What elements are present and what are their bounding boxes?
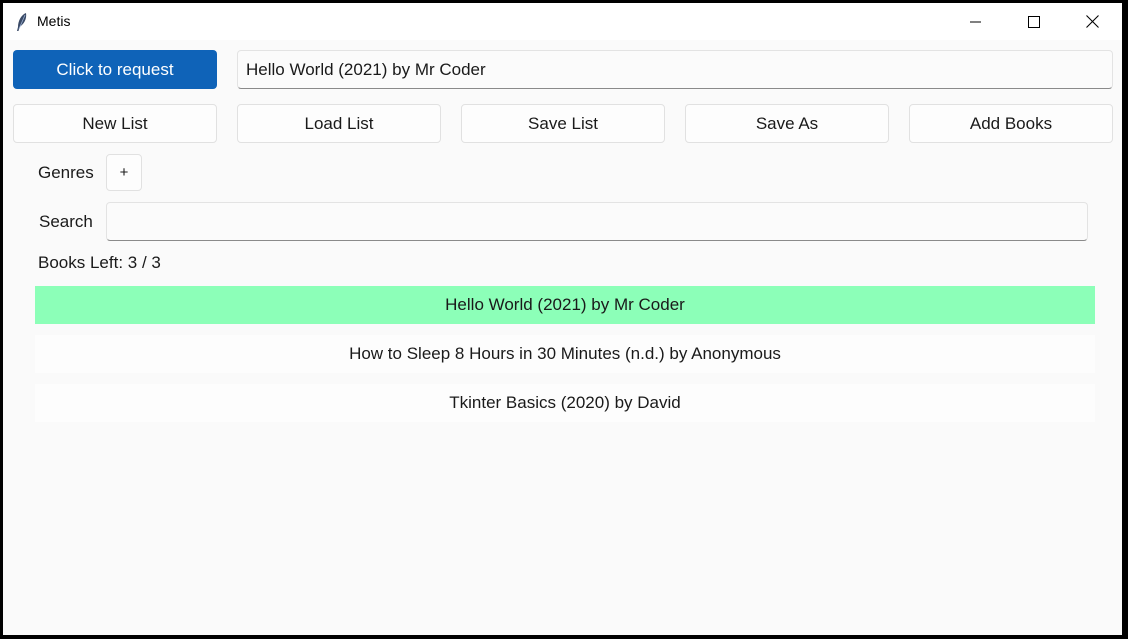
window-title: Metis [37, 13, 71, 29]
minimize-button[interactable] [947, 3, 1005, 40]
close-button[interactable] [1063, 3, 1121, 40]
minimize-icon [970, 21, 981, 22]
search-input[interactable] [106, 202, 1088, 241]
save-as-button[interactable]: Save As [685, 104, 889, 143]
book-list-item[interactable]: Hello World (2021) by Mr Coder [35, 286, 1095, 324]
maximize-button[interactable] [1005, 3, 1063, 40]
title-bar[interactable]: Metis [3, 3, 1122, 40]
request-button[interactable]: Click to request [13, 50, 217, 89]
close-icon [1085, 15, 1099, 28]
genres-label: Genres [38, 163, 94, 182]
book-list: Hello World (2021) by Mr Coder How to Sl… [35, 286, 1095, 433]
app-window: Metis Click to request Hello World (2021… [3, 3, 1122, 635]
maximize-icon [1028, 15, 1040, 28]
save-list-button[interactable]: Save List [461, 104, 665, 143]
load-list-button[interactable]: Load List [237, 104, 441, 143]
book-list-item[interactable]: How to Sleep 8 Hours in 30 Minutes (n.d.… [35, 335, 1095, 373]
request-field[interactable]: Hello World (2021) by Mr Coder [237, 50, 1113, 89]
feather-icon [17, 13, 27, 31]
new-list-button[interactable]: New List [13, 104, 217, 143]
book-list-item[interactable]: Tkinter Basics (2020) by David [35, 384, 1095, 422]
search-label: Search [39, 212, 93, 231]
add-genre-button[interactable]: + [106, 154, 142, 191]
add-books-button[interactable]: Add Books [909, 104, 1113, 143]
books-left-status: Books Left: 3 / 3 [38, 253, 161, 272]
